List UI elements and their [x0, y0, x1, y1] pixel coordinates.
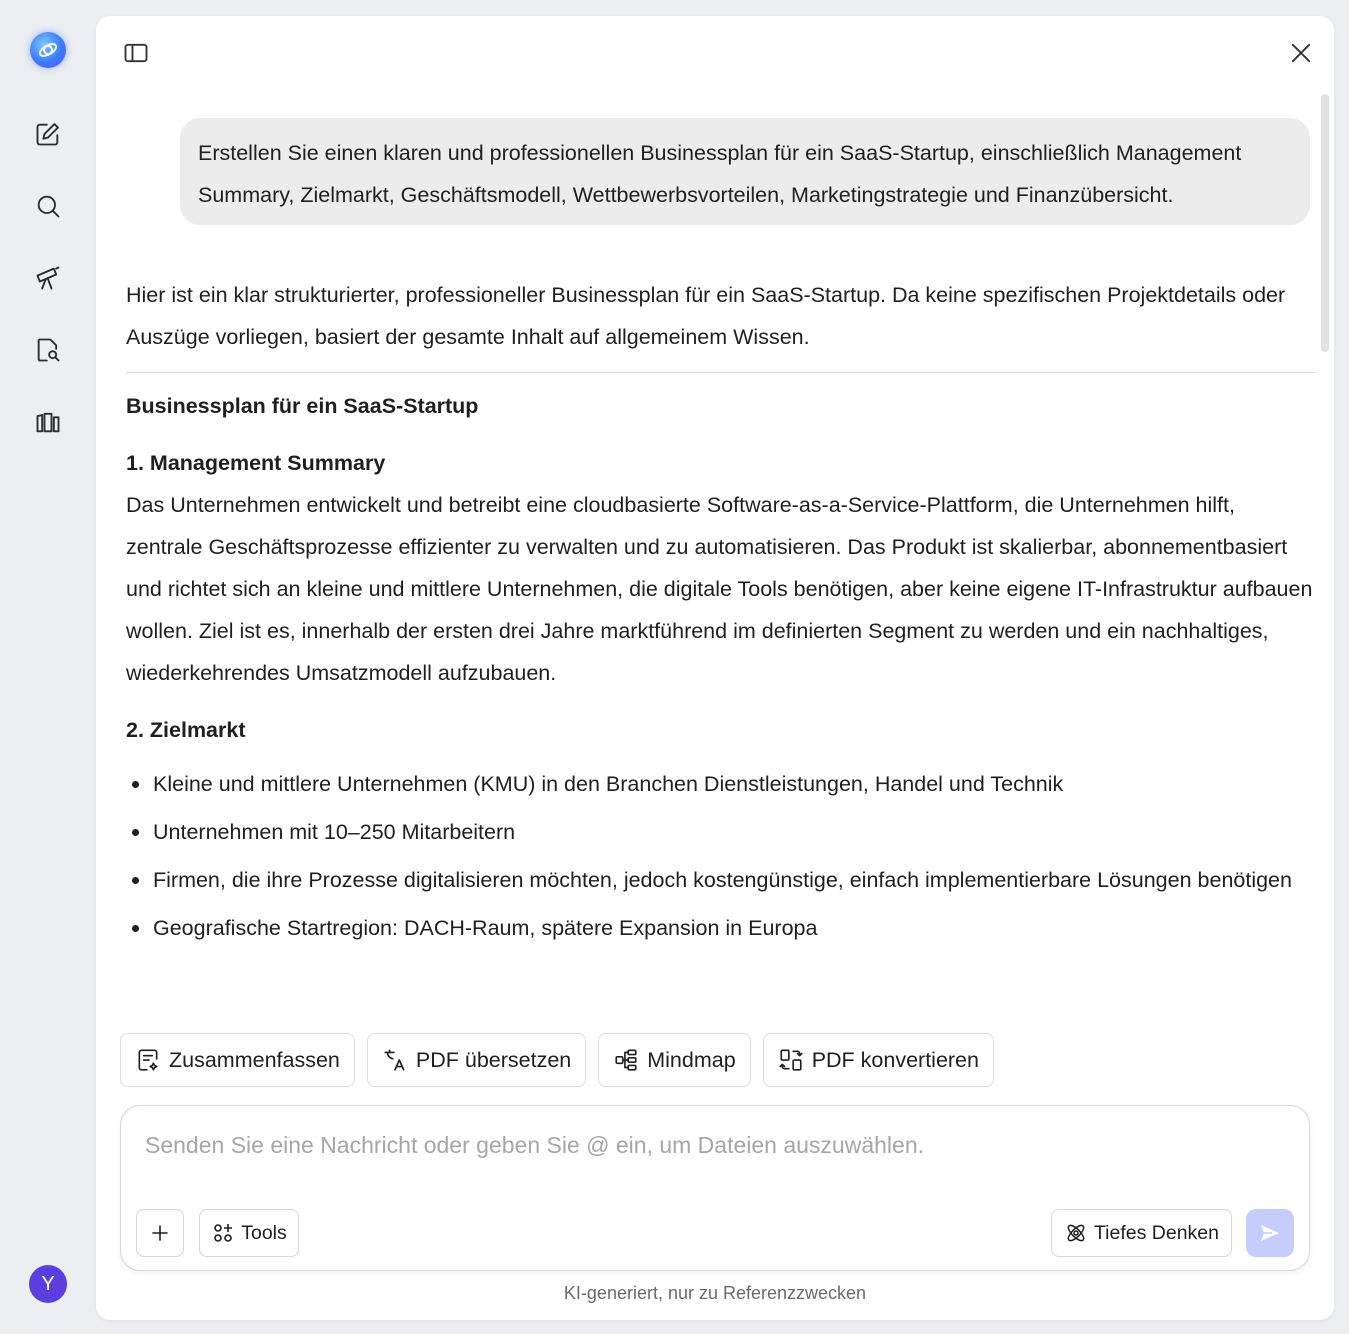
list-item: Geografische Startregion: DACH-Raum, spä… — [126, 907, 1316, 949]
send-button[interactable] — [1246, 1209, 1294, 1257]
mindmap-label: Mindmap — [647, 1047, 736, 1072]
convert-icon — [779, 1049, 803, 1071]
answer-title: Businessplan für ein SaaS-Startup — [126, 394, 479, 418]
convert-pdf-button[interactable]: PDF konvertieren — [762, 1033, 994, 1087]
list-item: Unternehmen mit 10–250 Mitarbeitern — [126, 811, 1316, 853]
logo-icon[interactable] — [30, 32, 66, 68]
atom-icon — [1067, 1224, 1085, 1242]
send-icon — [1261, 1225, 1279, 1241]
bullet-list: Kleine und mittlere Unternehmen (KMU) in… — [126, 763, 1316, 949]
close-icon[interactable] — [1285, 37, 1317, 69]
chat-panel: Erstellen Sie einen klaren und professio… — [96, 16, 1334, 1320]
telescope-icon[interactable] — [30, 260, 66, 296]
convert-pdf-label: PDF konvertieren — [811, 1047, 979, 1072]
search-icon[interactable] — [30, 188, 66, 224]
sidebar-toggle-icon[interactable] — [120, 37, 152, 69]
library-icon[interactable] — [30, 404, 66, 440]
assistant-answer: Hier ist ein klar strukturierter, profes… — [126, 274, 1316, 955]
summarize-label: Zusammenfassen — [169, 1047, 340, 1072]
answer-intro: Hier ist ein klar strukturierter, profes… — [126, 283, 1286, 349]
deep-think-label: Tiefes Denken — [1093, 1221, 1219, 1244]
tools-button[interactable]: Tools — [199, 1209, 299, 1257]
avatar[interactable]: Y — [29, 1265, 67, 1303]
list-item: Firmen, die ihre Prozesse digitalisieren… — [126, 859, 1316, 901]
tools-label: Tools — [241, 1221, 287, 1244]
plus-icon — [152, 1225, 168, 1241]
summarize-button[interactable]: Zusammenfassen — [120, 1033, 355, 1087]
disclaimer: KI-generiert, nur zu Referenzzwecken — [563, 1283, 867, 1303]
translate-pdf-label: PDF übersetzen — [415, 1047, 572, 1072]
list-item: Kleine und mittlere Unternehmen (KMU) in… — [126, 763, 1316, 805]
section-body: Das Unternehmen entwickelt und betreibt … — [126, 493, 1313, 685]
message-composer: Tools Tiefes Denken — [120, 1105, 1310, 1271]
divider — [126, 372, 1316, 373]
section-heading: 2. Zielmarkt — [126, 718, 246, 742]
quick-actions: Zusammenfassen PDF übersetzen Mindmap PD… — [120, 1033, 994, 1087]
summary-icon — [138, 1049, 158, 1071]
section-heading: 1. Management Summary — [126, 451, 386, 475]
tools-icon — [214, 1224, 233, 1242]
new-chat-icon[interactable] — [30, 116, 66, 152]
mindmap-button[interactable]: Mindmap — [598, 1033, 751, 1087]
doc-search-icon[interactable] — [30, 332, 66, 368]
user-message: Erstellen Sie einen klaren und professio… — [180, 118, 1310, 225]
message-input[interactable] — [145, 1132, 1285, 1159]
logo-glyph-icon — [38, 43, 58, 57]
mindmap-icon — [615, 1049, 637, 1071]
translate-icon — [384, 1049, 405, 1071]
left-rail: Y — [0, 0, 96, 1334]
scrollbar[interactable] — [1321, 94, 1329, 352]
translate-pdf-button[interactable]: PDF übersetzen — [366, 1033, 587, 1087]
add-button[interactable] — [136, 1209, 184, 1257]
deep-think-button[interactable]: Tiefes Denken — [1051, 1209, 1232, 1257]
